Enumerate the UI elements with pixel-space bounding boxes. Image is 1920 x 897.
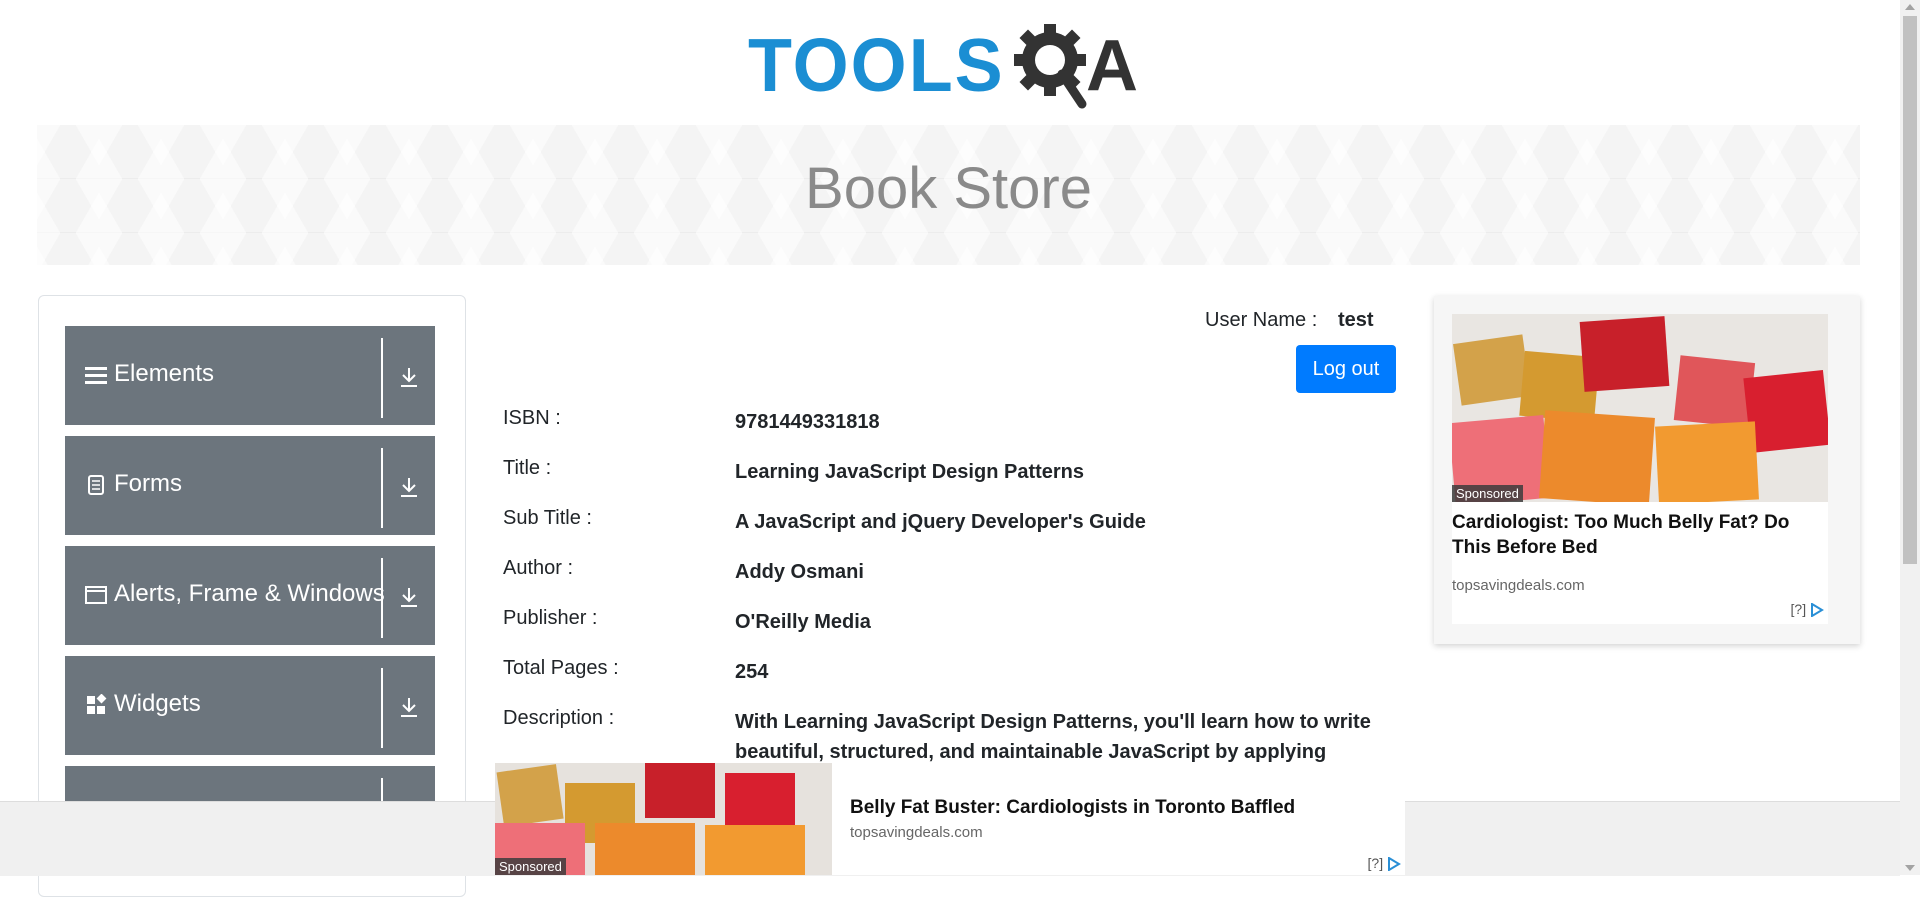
divider <box>381 668 383 748</box>
download-icon <box>401 368 417 387</box>
total-pages-row: Total Pages : 254 <box>503 657 1403 697</box>
scroll-up-arrow-icon[interactable] <box>1905 4 1915 10</box>
divider <box>381 448 383 528</box>
username-value: test <box>1338 309 1374 331</box>
ad-headline[interactable]: Belly Fat Buster: Cardiologists in Toron… <box>850 797 1295 819</box>
field-label: Title : <box>503 457 552 479</box>
document-icon <box>88 475 104 495</box>
header: TOOLS A <box>0 0 1900 120</box>
gear-magnifier-icon <box>1014 24 1087 109</box>
username-label: User Name : <box>1205 309 1318 331</box>
ad-domain[interactable]: topsavingdeals.com <box>850 824 983 841</box>
field-value: O'Reilly Media <box>735 611 871 633</box>
publisher-row: Publisher : O'Reilly Media <box>503 607 1403 647</box>
sponsored-badge: Sponsored <box>495 858 566 875</box>
field-label: Sub Title : <box>503 507 592 529</box>
nav-group-forms[interactable]: Forms <box>65 436 435 535</box>
download-icon <box>401 698 417 717</box>
nav-group-elements[interactable]: Elements <box>65 326 435 425</box>
nav-group-label: Forms <box>114 470 182 497</box>
ad-image[interactable]: Sponsored <box>1452 314 1828 502</box>
title-row: Title : Learning JavaScript Design Patte… <box>503 457 1403 497</box>
ad-image[interactable]: Sponsored <box>495 763 832 875</box>
sponsored-badge: Sponsored <box>1452 485 1523 502</box>
field-value: 9781449331818 <box>735 411 880 433</box>
isbn-row: ISBN : 9781449331818 <box>503 407 1403 447</box>
bottom-ad[interactable]: Sponsored Belly Fat Buster: Cardiologist… <box>495 763 1405 875</box>
vertical-scrollbar[interactable] <box>1900 0 1920 875</box>
scroll-down-arrow-icon[interactable] <box>1905 865 1915 871</box>
nav-group-alerts-frame-windows[interactable]: Alerts, Frame & Windows <box>65 546 435 645</box>
hamburger-icon <box>85 367 107 384</box>
logo-text-a: A <box>1086 26 1138 106</box>
nav-group-label: Widgets <box>114 690 201 717</box>
download-icon <box>401 588 417 607</box>
field-label: Publisher : <box>503 607 598 629</box>
adchoices-icon <box>1811 603 1824 618</box>
field-value: Addy Osmani <box>735 561 864 583</box>
divider <box>381 338 383 418</box>
scroll-thumb[interactable] <box>1903 16 1917 564</box>
ad-info-label: [?] <box>1367 855 1384 871</box>
download-icon <box>401 478 417 497</box>
nav-group-label: Alerts, Frame & Windows <box>114 580 385 607</box>
field-value: 254 <box>735 661 769 683</box>
toolsqa-logo[interactable]: TOOLS A <box>748 18 1152 114</box>
nav-group-label: Elements <box>114 360 215 387</box>
author-row: Author : Addy Osmani <box>503 557 1403 597</box>
field-label: ISBN : <box>503 407 561 429</box>
ad-card[interactable]: Sponsored Cardiologist: Too Much Belly F… <box>1452 314 1828 624</box>
field-value: A JavaScript and jQuery Developer's Guid… <box>735 511 1146 533</box>
ad-info-label: [?] <box>1790 601 1807 617</box>
field-value: Learning JavaScript Design Patterns <box>735 461 1085 483</box>
sidebar-ad[interactable]: Sponsored Cardiologist: Too Much Belly F… <box>1434 296 1860 644</box>
logo-text: TOOLS <box>748 24 1005 108</box>
window-icon <box>85 586 107 604</box>
field-label: Description : <box>503 707 615 729</box>
candy-image <box>1452 314 1828 502</box>
subtitle-row: Sub Title : A JavaScript and jQuery Deve… <box>503 507 1403 547</box>
logout-button[interactable]: Log out <box>1296 345 1396 393</box>
ad-info[interactable]: [?] <box>1367 855 1401 872</box>
ad-headline[interactable]: Cardiologist: Too Much Belly Fat? Do Thi… <box>1452 510 1828 560</box>
ad-domain[interactable]: topsavingdeals.com <box>1452 577 1585 594</box>
nav-group-widgets[interactable]: Widgets <box>65 656 435 755</box>
adchoices-icon <box>1388 857 1401 872</box>
ad-info[interactable]: [?] <box>1790 601 1824 618</box>
field-label: Author : <box>503 557 574 579</box>
page-title: Book Store <box>805 156 1092 221</box>
widgets-icon <box>87 694 107 714</box>
field-label: Total Pages : <box>503 657 619 679</box>
divider <box>381 558 383 638</box>
page-banner: Book Store <box>37 125 1860 265</box>
